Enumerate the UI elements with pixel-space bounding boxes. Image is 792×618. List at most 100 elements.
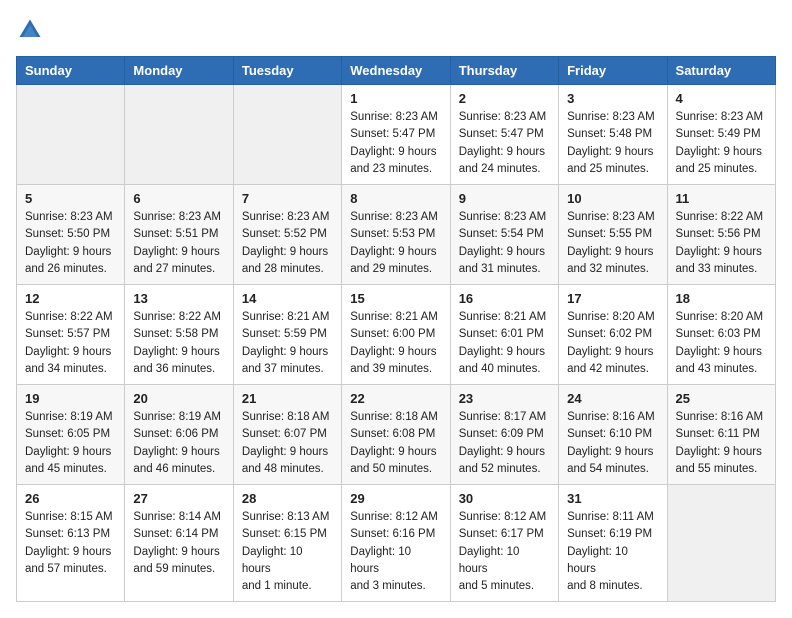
day-number: 6 — [133, 191, 224, 206]
calendar-day-cell: 8 Sunrise: 8:23 AM Sunset: 5:53 PM Daylig… — [342, 185, 450, 285]
day-number: 21 — [242, 391, 333, 406]
calendar-day-cell: 2 Sunrise: 8:23 AM Sunset: 5:47 PM Daylig… — [450, 85, 558, 185]
calendar-day-cell: 18Sunrise: 8:20 AM Sunset: 6:03 PM Dayli… — [667, 285, 775, 385]
day-info: Sunrise: 8:23 AM Sunset: 5:51 PM Dayligh… — [133, 209, 224, 278]
calendar-day-cell: 26Sunrise: 8:15 AM Sunset: 6:13 PM Dayli… — [17, 485, 125, 602]
calendar-day-cell — [17, 85, 125, 185]
day-number: 2 — [459, 91, 550, 106]
calendar-week-row: 5Sunrise: 8:23 AM Sunset: 5:50 PM Daylig… — [17, 185, 776, 285]
calendar-week-row: 19 Sunrise: 8:19 AM Sunset: 6:05 PM Dayli… — [17, 385, 776, 485]
day-info: Sunrise: 8:19 AM Sunset: 6:05 PM Dayligh… — [25, 409, 116, 478]
calendar-day-cell: 13Sunrise: 8:22 AM Sunset: 5:58 PM Dayli… — [125, 285, 233, 385]
calendar-day-cell: 29 Sunrise: 8:12 AM Sunset: 6:16 PM Dayli… — [342, 485, 450, 602]
day-info: Sunrise: 8:11 AM Sunset: 6:19 PM Dayligh… — [567, 509, 658, 595]
day-number: 25 — [676, 391, 767, 406]
calendar-day-cell: 24 Sunrise: 8:16 AM Sunset: 6:10 PM Dayli… — [559, 385, 667, 485]
day-number: 30 — [459, 491, 550, 506]
calendar-day-cell: 4 Sunrise: 8:23 AM Sunset: 5:49 PM Daylig… — [667, 85, 775, 185]
day-number: 16 — [459, 291, 550, 306]
calendar-day-cell: 10 Sunrise: 8:23 AM Sunset: 5:55 PM Dayli… — [559, 185, 667, 285]
calendar-day-cell: 14Sunrise: 8:21 AM Sunset: 5:59 PM Dayli… — [233, 285, 341, 385]
day-number: 29 — [350, 491, 441, 506]
day-number: 28 — [242, 491, 333, 506]
day-info: Sunrise: 8:23 AM Sunset: 5:50 PM Dayligh… — [25, 209, 116, 278]
calendar-day-cell: 23 Sunrise: 8:17 AM Sunset: 6:09 PM Dayli… — [450, 385, 558, 485]
day-info: Sunrise: 8:13 AM Sunset: 6:15 PM Dayligh… — [242, 509, 333, 595]
day-number: 12 — [25, 291, 116, 306]
calendar-day-cell: 22 Sunrise: 8:18 AM Sunset: 6:08 PM Dayli… — [342, 385, 450, 485]
calendar-week-row: 26Sunrise: 8:15 AM Sunset: 6:13 PM Dayli… — [17, 485, 776, 602]
day-of-week-header: Sunday — [17, 57, 125, 85]
day-of-week-header: Friday — [559, 57, 667, 85]
day-number: 17 — [567, 291, 658, 306]
calendar-day-cell: 15Sunrise: 8:21 AM Sunset: 6:00 PM Dayli… — [342, 285, 450, 385]
day-number: 9 — [459, 191, 550, 206]
day-of-week-header: Thursday — [450, 57, 558, 85]
calendar-day-cell: 17 Sunrise: 8:20 AM Sunset: 6:02 PM Dayli… — [559, 285, 667, 385]
day-number: 7 — [242, 191, 333, 206]
calendar-day-cell: 7 Sunrise: 8:23 AM Sunset: 5:52 PM Daylig… — [233, 185, 341, 285]
day-info: Sunrise: 8:23 AM Sunset: 5:52 PM Dayligh… — [242, 209, 333, 278]
logo — [16, 16, 48, 44]
day-info: Sunrise: 8:22 AM Sunset: 5:57 PM Dayligh… — [25, 309, 116, 378]
calendar-day-cell: 25 Sunrise: 8:16 AM Sunset: 6:11 PM Dayli… — [667, 385, 775, 485]
calendar-day-cell: 12 Sunrise: 8:22 AM Sunset: 5:57 PM Dayli… — [17, 285, 125, 385]
calendar-header-row: SundayMondayTuesdayWednesdayThursdayFrid… — [17, 57, 776, 85]
day-info: Sunrise: 8:20 AM Sunset: 6:02 PM Dayligh… — [567, 309, 658, 378]
day-number: 22 — [350, 391, 441, 406]
day-info: Sunrise: 8:21 AM Sunset: 6:01 PM Dayligh… — [459, 309, 550, 378]
day-info: Sunrise: 8:23 AM Sunset: 5:47 PM Dayligh… — [459, 109, 550, 178]
calendar-day-cell: 28 Sunrise: 8:13 AM Sunset: 6:15 PM Dayli… — [233, 485, 341, 602]
calendar-day-cell: 30Sunrise: 8:12 AM Sunset: 6:17 PM Dayli… — [450, 485, 558, 602]
calendar-day-cell: 19 Sunrise: 8:19 AM Sunset: 6:05 PM Dayli… — [17, 385, 125, 485]
day-number: 27 — [133, 491, 224, 506]
day-info: Sunrise: 8:22 AM Sunset: 5:58 PM Dayligh… — [133, 309, 224, 378]
day-info: Sunrise: 8:18 AM Sunset: 6:08 PM Dayligh… — [350, 409, 441, 478]
day-info: Sunrise: 8:23 AM Sunset: 5:48 PM Dayligh… — [567, 109, 658, 178]
day-info: Sunrise: 8:12 AM Sunset: 6:16 PM Dayligh… — [350, 509, 441, 595]
day-info: Sunrise: 8:14 AM Sunset: 6:14 PM Dayligh… — [133, 509, 224, 578]
day-of-week-header: Saturday — [667, 57, 775, 85]
day-info: Sunrise: 8:15 AM Sunset: 6:13 PM Dayligh… — [25, 509, 116, 578]
day-info: Sunrise: 8:19 AM Sunset: 6:06 PM Dayligh… — [133, 409, 224, 478]
day-number: 10 — [567, 191, 658, 206]
day-info: Sunrise: 8:16 AM Sunset: 6:10 PM Dayligh… — [567, 409, 658, 478]
calendar-day-cell: 5Sunrise: 8:23 AM Sunset: 5:50 PM Daylig… — [17, 185, 125, 285]
day-info: Sunrise: 8:23 AM Sunset: 5:55 PM Dayligh… — [567, 209, 658, 278]
calendar-day-cell: 27 Sunrise: 8:14 AM Sunset: 6:14 PM Dayli… — [125, 485, 233, 602]
page-header — [16, 16, 776, 44]
day-info: Sunrise: 8:22 AM Sunset: 5:56 PM Dayligh… — [676, 209, 767, 278]
day-number: 18 — [676, 291, 767, 306]
day-of-week-header: Monday — [125, 57, 233, 85]
calendar-day-cell — [125, 85, 233, 185]
calendar-day-cell: 20 Sunrise: 8:19 AM Sunset: 6:06 PM Dayli… — [125, 385, 233, 485]
day-number: 1 — [350, 91, 441, 106]
calendar-day-cell: 6 Sunrise: 8:23 AM Sunset: 5:51 PM Daylig… — [125, 185, 233, 285]
day-info: Sunrise: 8:18 AM Sunset: 6:07 PM Dayligh… — [242, 409, 333, 478]
day-info: Sunrise: 8:23 AM Sunset: 5:49 PM Dayligh… — [676, 109, 767, 178]
calendar-day-cell: 1Sunrise: 8:23 AM Sunset: 5:47 PM Daylig… — [342, 85, 450, 185]
day-info: Sunrise: 8:17 AM Sunset: 6:09 PM Dayligh… — [459, 409, 550, 478]
calendar-week-row: 1 Sunrise: 8:23 AM Sunset: 5:47 PM Daylig… — [17, 85, 776, 185]
calendar-day-cell — [667, 485, 775, 602]
day-number: 4 — [676, 91, 767, 106]
day-info: Sunrise: 8:21 AM Sunset: 6:00 PM Dayligh… — [350, 309, 441, 378]
day-number: 24 — [567, 391, 658, 406]
day-number: 19 — [25, 391, 116, 406]
day-number: 8 — [350, 191, 441, 206]
calendar-day-cell: 21 Sunrise: 8:18 AM Sunset: 6:07 PM Dayli… — [233, 385, 341, 485]
day-number: 20 — [133, 391, 224, 406]
day-of-week-header: Tuesday — [233, 57, 341, 85]
calendar-day-cell — [233, 85, 341, 185]
day-number: 31 — [567, 491, 658, 506]
day-info: Sunrise: 8:21 AM Sunset: 5:59 PM Dayligh… — [242, 309, 333, 378]
calendar-day-cell: 11Sunrise: 8:22 AM Sunset: 5:56 PM Dayli… — [667, 185, 775, 285]
day-info: Sunrise: 8:16 AM Sunset: 6:11 PM Dayligh… — [676, 409, 767, 478]
day-number: 23 — [459, 391, 550, 406]
day-info: Sunrise: 8:23 AM Sunset: 5:54 PM Dayligh… — [459, 209, 550, 278]
calendar-day-cell: 3 Sunrise: 8:23 AM Sunset: 5:48 PM Daylig… — [559, 85, 667, 185]
day-number: 3 — [567, 91, 658, 106]
day-info: Sunrise: 8:23 AM Sunset: 5:53 PM Dayligh… — [350, 209, 441, 278]
calendar-day-cell: 31 Sunrise: 8:11 AM Sunset: 6:19 PM Dayli… — [559, 485, 667, 602]
day-of-week-header: Wednesday — [342, 57, 450, 85]
